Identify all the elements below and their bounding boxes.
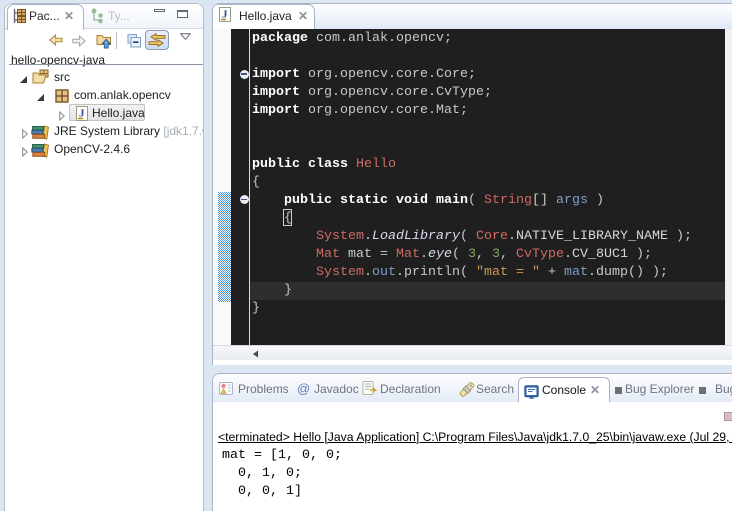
svg-text:J: J [222, 9, 228, 21]
svg-text:J: J [79, 107, 85, 119]
